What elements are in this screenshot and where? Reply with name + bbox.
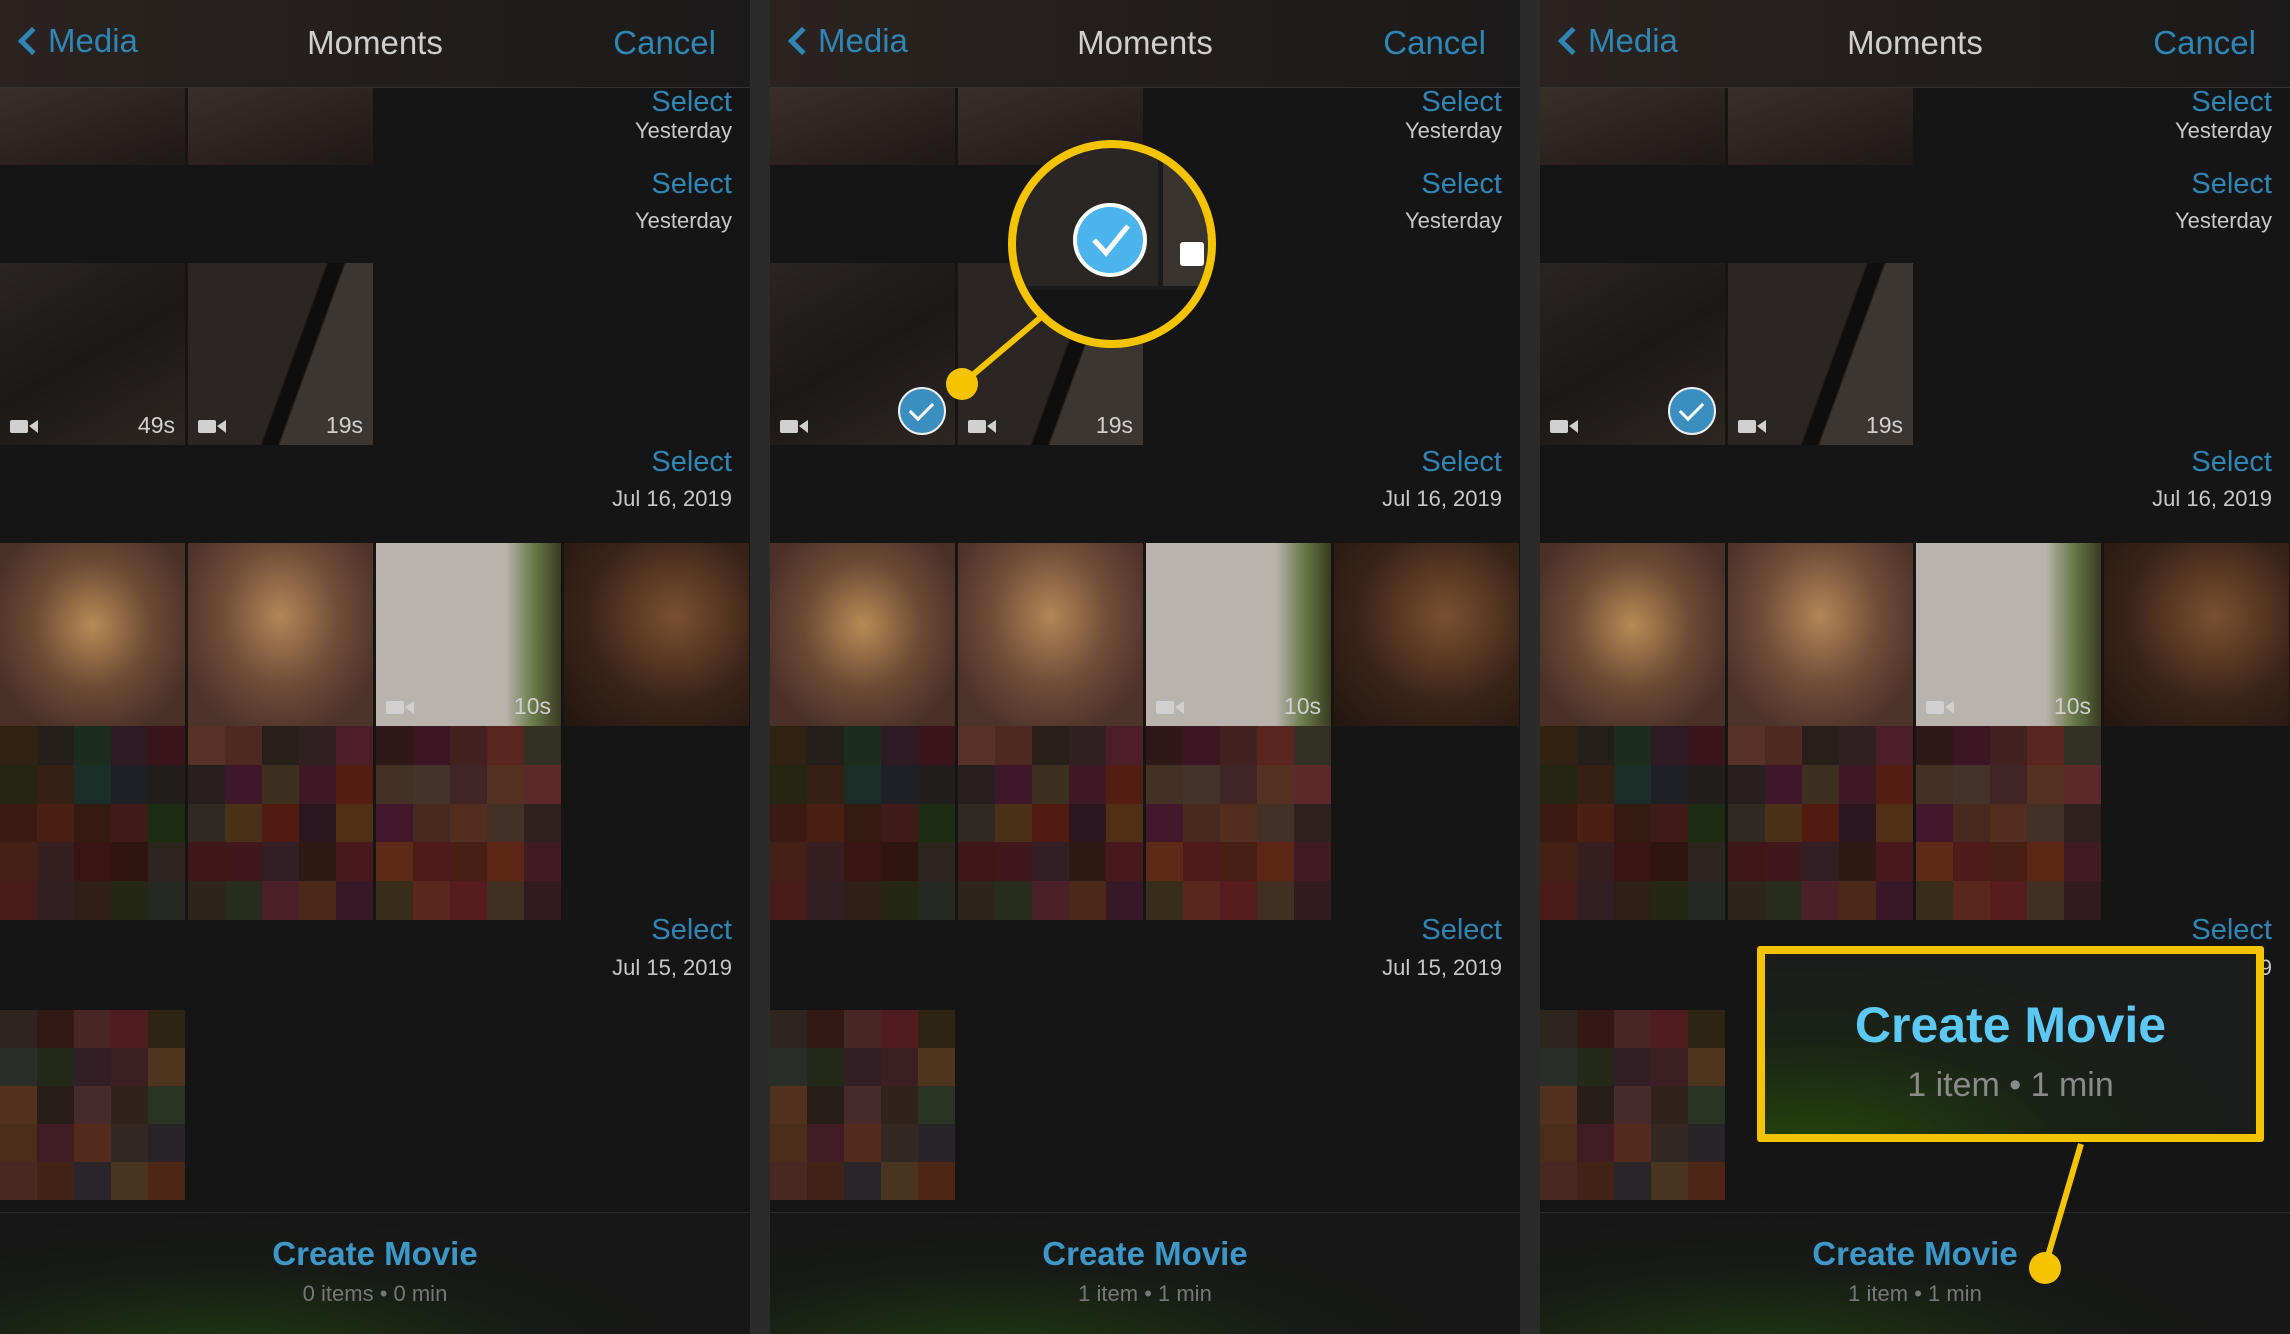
video-duration: 19s [1095, 412, 1133, 438]
pixelated-photo[interactable] [1916, 726, 2101, 920]
cancel-button[interactable]: Cancel [1383, 24, 1486, 62]
video-camera-icon [1156, 701, 1184, 714]
select-link[interactable]: Select [1421, 914, 1502, 947]
section-date: Jul 16, 2019 [2152, 486, 2272, 511]
section-date: Jul 15, 2019 [2152, 955, 2272, 980]
pixelated-photo[interactable] [0, 1010, 185, 1200]
video-duration: 10s [2053, 693, 2091, 719]
section-date: Yesterday [1404, 208, 1502, 233]
bottom-bar: Create Movie 1 item • 1 min [770, 1212, 1520, 1334]
nav-bar: Media Moments Cancel [1540, 0, 2290, 88]
cancel-button[interactable]: Cancel [2153, 24, 2256, 62]
photo-thumbnail[interactable] [1334, 543, 1519, 726]
moments-panel: 19s 10s Select Yesterday Select Yesterday Sele… [1540, 0, 2290, 1334]
cancel-button[interactable]: Cancel [613, 24, 716, 62]
selection-summary: 0 items • 0 min [302, 1281, 448, 1306]
photo-thumbnail[interactable] [770, 88, 955, 165]
select-link[interactable]: Select [2191, 86, 2272, 119]
video-camera-icon [1550, 420, 1578, 433]
photo-thumbnail[interactable] [958, 543, 1143, 726]
select-link[interactable]: Select [651, 446, 732, 479]
video-camera-icon [386, 701, 414, 714]
video-thumbnail[interactable]: 19s [1728, 263, 1913, 445]
photo-thumbnail[interactable] [0, 543, 185, 726]
pixelated-photo[interactable] [376, 726, 561, 920]
pixelated-photo[interactable] [188, 726, 373, 920]
selected-check-icon[interactable] [1668, 387, 1716, 435]
pixelated-photo[interactable] [958, 726, 1143, 920]
select-link[interactable]: Select [2191, 446, 2272, 479]
photo-thumbnail[interactable] [188, 88, 373, 165]
section-date: Yesterday [634, 208, 732, 233]
section-date: Jul 16, 2019 [1382, 486, 1502, 511]
video-camera-icon [10, 420, 38, 433]
selection-summary: 1 item • 1 min [1848, 1281, 1982, 1306]
photo-thumbnail[interactable] [1728, 543, 1913, 726]
select-link[interactable]: Select [651, 86, 732, 119]
section-date: Yesterday [2174, 208, 2272, 233]
video-thumbnail[interactable] [770, 263, 955, 445]
pixelated-photo[interactable] [1728, 726, 1913, 920]
select-link[interactable]: Select [651, 914, 732, 947]
section-date: Jul 15, 2019 [1382, 955, 1502, 980]
video-duration: 19s [325, 412, 363, 438]
select-link[interactable]: Select [651, 168, 732, 201]
pixelated-photo[interactable] [1540, 726, 1725, 920]
select-link[interactable]: Select [1421, 168, 1502, 201]
video-camera-icon [198, 420, 226, 433]
select-link[interactable]: Select [2191, 914, 2272, 947]
nav-bar: Media Moments Cancel [0, 0, 750, 88]
pixelated-photo[interactable] [1540, 1010, 1725, 1200]
video-thumbnail[interactable]: 19s [188, 263, 373, 445]
moments-panel: 19s 10s Select Yesterday Select Yesterday Sele… [770, 0, 1520, 1334]
selection-summary: 1 item • 1 min [1078, 1281, 1212, 1306]
photo-thumbnail[interactable] [2104, 543, 2289, 726]
nav-bar: Media Moments Cancel [770, 0, 1520, 88]
video-duration: 10s [1283, 693, 1321, 719]
select-link[interactable]: Select [2191, 168, 2272, 201]
section-date: Yesterday [1404, 118, 1502, 143]
pixelated-photo[interactable] [1146, 726, 1331, 920]
pixelated-photo[interactable] [770, 726, 955, 920]
pixelated-photo[interactable] [0, 726, 185, 920]
moments-panel: 49s 19s 10s Select Yesterday Select Yesterday S… [0, 0, 750, 1334]
video-duration: 10s [513, 693, 551, 719]
video-camera-icon [968, 420, 996, 433]
photo-thumbnail[interactable] [1728, 88, 1913, 165]
video-thumbnail[interactable]: 10s [1916, 543, 2101, 726]
photo-thumbnail[interactable] [770, 543, 955, 726]
section-date: Yesterday [634, 118, 732, 143]
create-movie-button[interactable]: Create Movie [770, 1235, 1520, 1273]
video-camera-icon [780, 420, 808, 433]
photo-thumbnail[interactable] [564, 543, 749, 726]
select-link[interactable]: Select [1421, 446, 1502, 479]
photo-thumbnail[interactable] [188, 543, 373, 726]
section-date: Jul 15, 2019 [612, 955, 732, 980]
video-thumbnail[interactable]: 10s [376, 543, 561, 726]
pixelated-photo[interactable] [770, 1010, 955, 1200]
video-duration: 49s [137, 412, 175, 438]
video-duration: 19s [1865, 412, 1903, 438]
section-date: Jul 16, 2019 [612, 486, 732, 511]
photo-thumbnail[interactable] [1540, 543, 1725, 726]
photo-thumbnail[interactable] [958, 88, 1143, 165]
video-thumbnail[interactable]: 49s [0, 263, 185, 445]
bottom-bar: Create Movie 0 items • 0 min [0, 1212, 750, 1334]
select-link[interactable]: Select [1421, 86, 1502, 119]
photo-thumbnail[interactable] [1540, 88, 1725, 165]
video-thumbnail[interactable]: 10s [1146, 543, 1331, 726]
video-camera-icon [1926, 701, 1954, 714]
photo-thumbnail[interactable] [0, 88, 185, 165]
create-movie-button[interactable]: Create Movie [0, 1235, 750, 1273]
selected-check-icon[interactable] [898, 387, 946, 435]
create-movie-button[interactable]: Create Movie [1540, 1235, 2290, 1273]
video-thumbnail[interactable]: 19s [958, 263, 1143, 445]
section-date: Yesterday [2174, 118, 2272, 143]
bottom-bar: Create Movie 1 item • 1 min [1540, 1212, 2290, 1334]
video-camera-icon [1738, 420, 1766, 433]
video-thumbnail[interactable] [1540, 263, 1725, 445]
